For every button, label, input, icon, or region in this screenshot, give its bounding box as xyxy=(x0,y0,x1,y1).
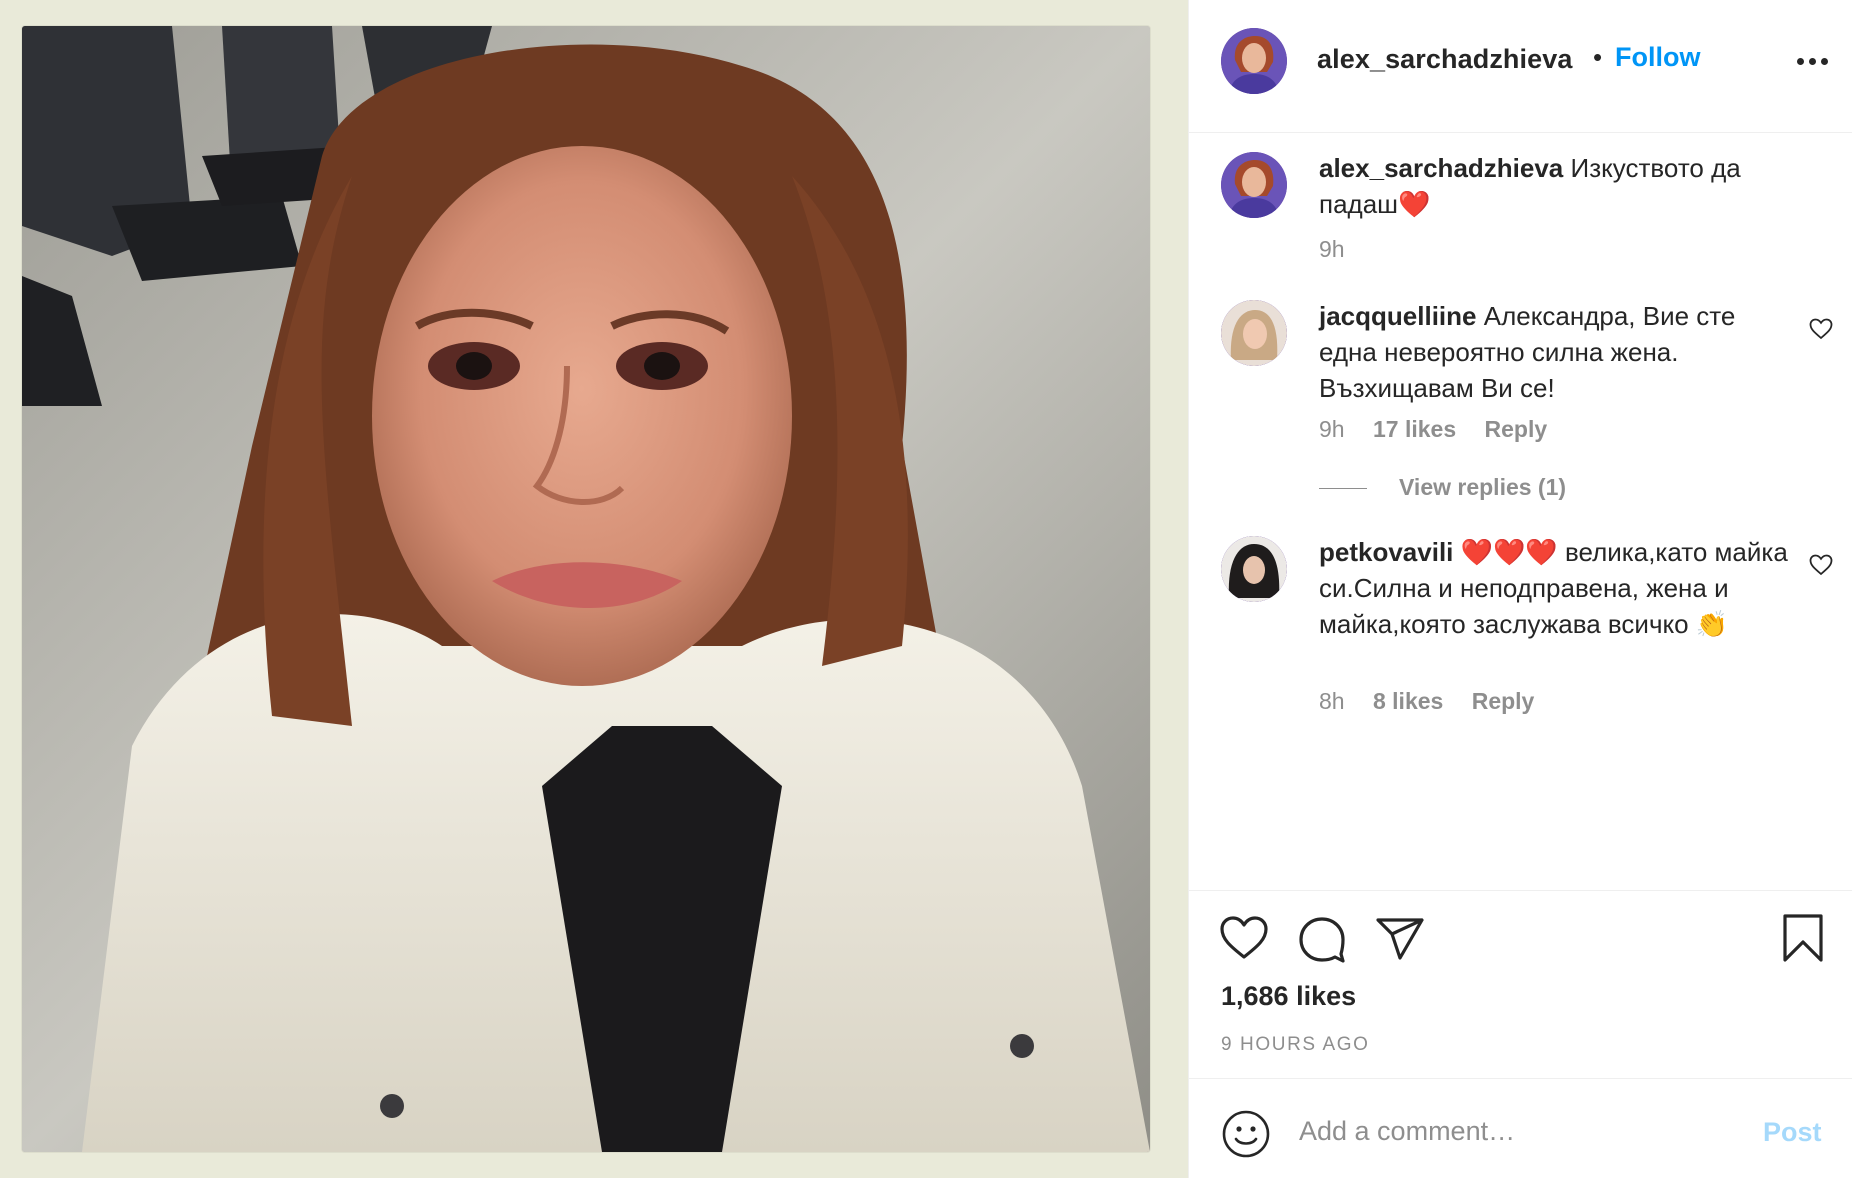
avatar[interactable] xyxy=(1221,152,1287,218)
comment-text: petkovavili ❤️❤️❤️ велика,като майка си.… xyxy=(1319,534,1789,642)
post-photo[interactable] xyxy=(22,26,1150,1152)
avatar[interactable] xyxy=(1221,28,1287,94)
post-actions: 1,686 likes 9 HOURS AGO xyxy=(1189,890,1852,1078)
comment-input[interactable] xyxy=(1299,1105,1699,1157)
photo-pane xyxy=(0,0,1188,1178)
like-comment-icon[interactable] xyxy=(1809,554,1833,576)
comment-username[interactable]: jacqquelliine xyxy=(1319,301,1477,331)
post-comment-button[interactable]: Post xyxy=(1763,1117,1822,1148)
comment-time[interactable]: 8h xyxy=(1319,688,1345,714)
separator-dot: • xyxy=(1593,42,1603,72)
comment-time[interactable]: 9h xyxy=(1319,416,1345,442)
comment-icon[interactable] xyxy=(1297,915,1347,963)
heart-icon[interactable] xyxy=(1219,915,1269,961)
post-header: alex_sarchadzhieva • Follow xyxy=(1189,0,1852,133)
reply-button[interactable]: Reply xyxy=(1485,416,1548,442)
comment-meta: 9h 17 likes Reply xyxy=(1319,416,1569,443)
emoji-icon[interactable] xyxy=(1221,1109,1271,1159)
add-comment-bar: Post xyxy=(1189,1078,1852,1178)
post-details-panel: alex_sarchadzhieva • Follow alex_sarchad… xyxy=(1188,0,1852,1178)
avatar[interactable] xyxy=(1221,536,1287,602)
caption-username[interactable]: alex_sarchadzhieva xyxy=(1319,153,1563,183)
comment-username[interactable]: petkovavili xyxy=(1319,537,1453,567)
caption-time[interactable]: 9h xyxy=(1319,236,1345,262)
portrait-image xyxy=(22,26,1150,1152)
share-icon[interactable] xyxy=(1375,917,1425,961)
caption-text: alex_sarchadzhieva Изкуството да падаш❤️ xyxy=(1319,150,1789,222)
comment-likes[interactable]: 17 likes xyxy=(1373,416,1456,442)
view-replies-label: View replies (1) xyxy=(1399,474,1567,500)
more-options-icon[interactable] xyxy=(1797,58,1829,66)
comment-meta: 8h 8 likes Reply xyxy=(1319,688,1556,715)
comment-text: jacqquelliine Александра, Вие сте една н… xyxy=(1319,298,1789,406)
likes-count[interactable]: 1,686 likes xyxy=(1221,981,1356,1012)
post-author-username[interactable]: alex_sarchadzhieva xyxy=(1317,44,1572,75)
like-comment-icon[interactable] xyxy=(1809,318,1833,340)
post-time[interactable]: 9 HOURS AGO xyxy=(1221,1034,1370,1056)
replies-divider xyxy=(1319,488,1367,489)
reply-button[interactable]: Reply xyxy=(1472,688,1535,714)
comment-likes[interactable]: 8 likes xyxy=(1373,688,1443,714)
avatar[interactable] xyxy=(1221,300,1287,366)
follow-button[interactable]: Follow xyxy=(1615,42,1700,73)
bookmark-icon[interactable] xyxy=(1781,913,1825,963)
comments-list: alex_sarchadzhieva Изкуството да падаш❤️… xyxy=(1189,134,1852,890)
caption-meta: 9h xyxy=(1319,236,1367,263)
